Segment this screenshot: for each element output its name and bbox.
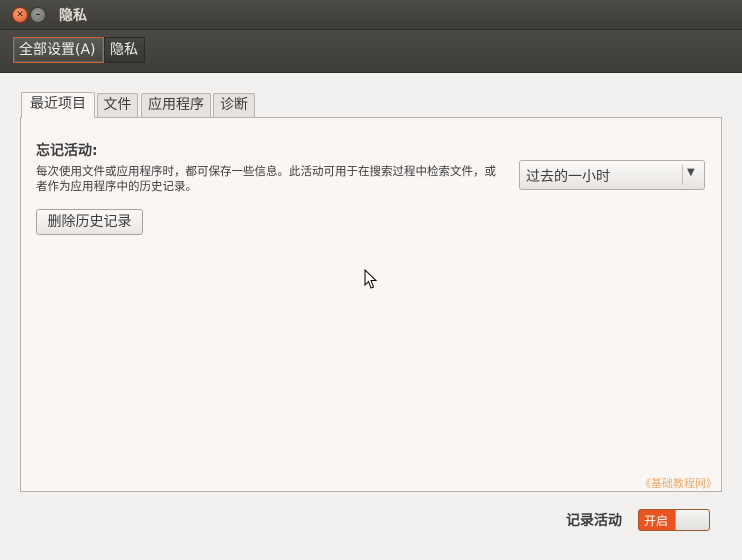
toolbar: 全部设置(A) 隐私 (0, 30, 742, 73)
window-titlebar: ✕ – 隐私 (0, 0, 742, 30)
forget-activity-heading: 忘记活动: (36, 143, 98, 159)
tab-recent-items[interactable]: 最近项目 (21, 92, 95, 118)
privacy-breadcrumb[interactable]: 隐私 (104, 37, 145, 63)
duration-select-value: 过去的一小时 (526, 169, 610, 185)
dropdown-arrow-icon: ▼ (687, 167, 695, 178)
tab-applications[interactable]: 应用程序 (141, 93, 211, 117)
delete-history-button[interactable]: 删除历史记录 (36, 209, 143, 235)
record-activity-label: 记录活动 (566, 513, 622, 529)
toggle-knob[interactable] (675, 510, 709, 530)
forget-activity-description: 每次使用文件或应用程序时，都可保存一些信息。此活动可用于在搜索过程中检索文件，或… (36, 164, 496, 193)
mouse-pointer-icon (364, 268, 378, 294)
toggle-on-label: 开启 (644, 514, 669, 528)
recent-items-panel: 忘记活动: 每次使用文件或应用程序时，都可保存一些信息。此活动可用于在搜索过程中… (20, 117, 722, 492)
tab-files[interactable]: 文件 (97, 93, 138, 117)
window-title: 隐私 (59, 8, 87, 24)
dropdown-divider (682, 165, 683, 185)
close-icon[interactable]: ✕ (12, 7, 28, 23)
tab-diagnostics[interactable]: 诊断 (213, 93, 255, 117)
duration-select[interactable]: 过去的一小时 ▼ (519, 160, 705, 190)
watermark-text: 《基础教程网》 (640, 477, 717, 490)
minimize-icon[interactable]: – (30, 7, 46, 23)
record-activity-toggle[interactable]: 开启 (638, 509, 710, 531)
all-settings-button[interactable]: 全部设置(A) (13, 37, 104, 63)
